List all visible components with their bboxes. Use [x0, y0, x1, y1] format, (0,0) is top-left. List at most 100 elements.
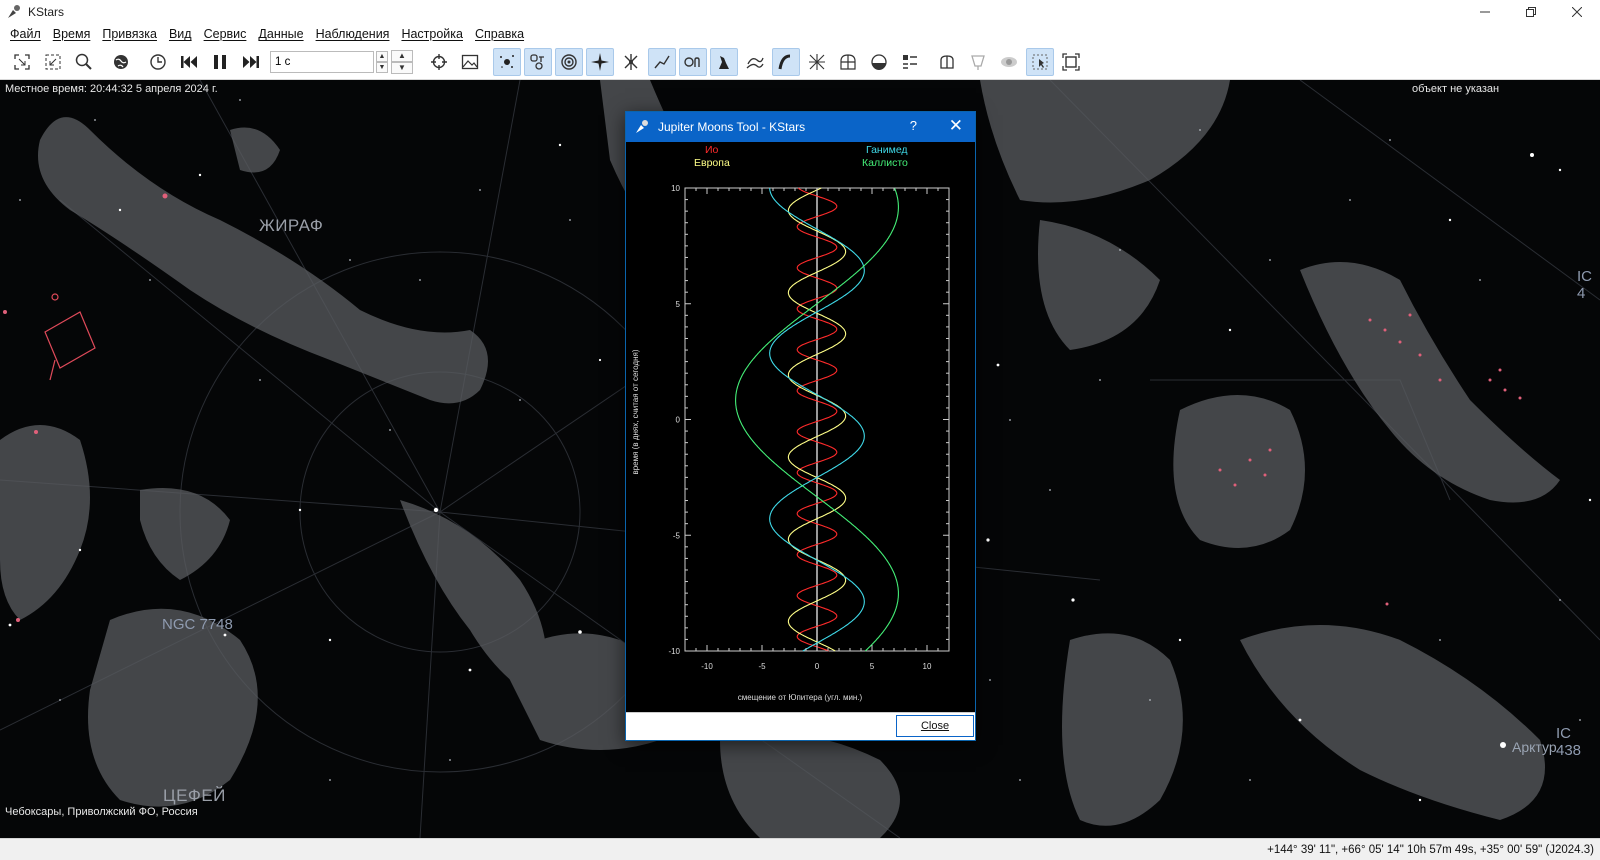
- dialog-help-button[interactable]: ?: [910, 118, 917, 133]
- zoom-in-icon: [13, 53, 30, 70]
- toggle-supernovae-button[interactable]: [617, 48, 645, 76]
- pause-button[interactable]: [206, 48, 234, 76]
- toggle-horizontal-grid-button[interactable]: [803, 48, 831, 76]
- menu-settings[interactable]: Настройка: [395, 27, 469, 41]
- set-time-button[interactable]: [144, 48, 172, 76]
- center-track-button[interactable]: [425, 48, 453, 76]
- dialog-footer: Close: [626, 712, 975, 740]
- time-step-up-small[interactable]: ▲: [376, 50, 388, 62]
- hips-icon: [939, 54, 954, 69]
- main-toolbar: ▲▼ ▲▼: [0, 44, 1600, 80]
- constellation-lines-icon: [653, 55, 670, 68]
- dialog-title: Jupiter Moons Tool - KStars: [658, 120, 806, 134]
- menu-file[interactable]: Файл: [4, 27, 47, 41]
- cursor-coordinates: +144° 39' 11", +66° 05' 14" 10h 57m 49s,…: [1267, 843, 1594, 856]
- time-step-up-large[interactable]: ▲: [391, 49, 413, 62]
- time-step-down-small[interactable]: ▼: [376, 61, 388, 73]
- toggle-sky-culture-button[interactable]: [995, 48, 1023, 76]
- dso-label-ngc7748: NGC 7748: [162, 616, 233, 633]
- restore-icon: [1526, 7, 1536, 17]
- toggle-ground-button[interactable]: [834, 48, 862, 76]
- search-icon: [75, 53, 92, 70]
- toggle-horizon-button[interactable]: [865, 48, 893, 76]
- fullscreen-button[interactable]: [1057, 48, 1085, 76]
- dialog-title-bar: Jupiter Moons Tool - KStars ? ✕: [626, 112, 975, 142]
- x-tick-label: 0: [815, 662, 820, 671]
- local-time-label: Местное время: 20:44:32 5 апреля 2024 г.: [5, 83, 218, 95]
- time-step-input[interactable]: [270, 50, 374, 73]
- close-window-button[interactable]: [1554, 0, 1600, 24]
- toggle-telescope-fov-button[interactable]: [964, 48, 992, 76]
- legend-ganymede: Ганимед: [866, 144, 908, 156]
- toggle-constellation-lines-button[interactable]: [647, 47, 676, 76]
- step-back-button[interactable]: [175, 48, 203, 76]
- menu-data[interactable]: Данные: [252, 27, 309, 41]
- y-tick-label: -10: [668, 647, 680, 656]
- dialog-close-button[interactable]: Close: [896, 715, 974, 737]
- title-bar: KStars: [0, 0, 1600, 24]
- y-tick-label: -5: [673, 531, 681, 540]
- close-icon: [1572, 7, 1582, 17]
- star-label-arcturus: Арктур: [1512, 739, 1557, 755]
- x-axis-label: смещение от Юпитера (угл. мин.): [738, 693, 863, 702]
- toggle-hips-button[interactable]: [933, 48, 961, 76]
- star-sparkle-icon: [590, 52, 609, 71]
- crosshair-icon: [430, 53, 447, 70]
- toggle-track-cursor-button[interactable]: [1025, 47, 1054, 76]
- image-icon: [461, 54, 478, 69]
- restore-button[interactable]: [1508, 0, 1554, 24]
- toggle-deep-sky-button[interactable]: [523, 47, 552, 76]
- minimize-button[interactable]: [1462, 0, 1508, 24]
- kstars-app-icon: [8, 5, 20, 18]
- toggle-stars-button[interactable]: [492, 47, 521, 76]
- dialog-close-icon[interactable]: ✕: [949, 116, 963, 136]
- geo-location-button[interactable]: [107, 48, 135, 76]
- grid-icon: [808, 53, 825, 70]
- stars-icon: [499, 54, 514, 68]
- toggle-constellation-names-button[interactable]: [678, 47, 707, 76]
- toggle-flags-button[interactable]: [896, 48, 924, 76]
- menu-tools[interactable]: Сервис: [198, 27, 253, 41]
- menu-observation[interactable]: Наблюдения: [310, 27, 396, 41]
- zoom-in-button[interactable]: [8, 48, 36, 76]
- find-object-button[interactable]: [70, 48, 98, 76]
- toggle-satellites-button[interactable]: [585, 47, 614, 76]
- horizon-icon: [870, 53, 887, 70]
- fullscreen-icon: [1061, 52, 1080, 71]
- menu-time[interactable]: Время: [47, 27, 97, 41]
- x-tick-label: -10: [701, 662, 713, 671]
- time-step-down-large[interactable]: ▼: [391, 61, 413, 74]
- constellation-names-icon: [683, 56, 700, 67]
- toggle-equatorial-grid-button[interactable]: [771, 47, 800, 76]
- image-viewer-button[interactable]: [456, 48, 484, 76]
- deep-sky-icon: [529, 53, 544, 70]
- skip-back-icon: [180, 55, 197, 68]
- constellation-art-icon: [718, 55, 729, 69]
- skip-forward-icon: [242, 55, 259, 68]
- status-bar: +144° 39' 11", +66° 05' 14" 10h 57m 49s,…: [0, 838, 1600, 860]
- menu-help[interactable]: Справка: [469, 27, 530, 41]
- dome-grid-icon: [839, 53, 856, 70]
- constellation-label-camelopardalis: ЖИРАФ: [259, 216, 324, 235]
- constellation-label-cepheus: ЦЕФЕЙ: [163, 786, 226, 805]
- toggle-constellation-art-button[interactable]: [709, 47, 738, 76]
- y-tick-label: 10: [671, 184, 680, 193]
- toggle-milky-way-button[interactable]: [741, 48, 769, 76]
- telescope-icon: [970, 54, 985, 70]
- globe-icon: [113, 54, 128, 69]
- y-tick-label: 5: [676, 300, 681, 309]
- zoom-out-button[interactable]: [39, 48, 67, 76]
- focus-object-label: объект не указан: [1412, 83, 1500, 95]
- dso-label-ic: IC 4: [1577, 268, 1592, 302]
- menu-bar: Файл Время Привязка Вид Сервис Данные На…: [0, 24, 1600, 44]
- clock-icon: [149, 53, 166, 70]
- x-tick-label: 5: [870, 662, 875, 671]
- toggle-solar-system-button[interactable]: [554, 47, 583, 76]
- step-forward-button[interactable]: [237, 48, 265, 76]
- menu-pointing[interactable]: Привязка: [96, 27, 163, 41]
- curve-icon: [778, 54, 790, 69]
- solar-system-icon: [560, 53, 577, 70]
- menu-view[interactable]: Вид: [163, 27, 198, 41]
- pause-icon: [213, 54, 226, 69]
- window-title: KStars: [28, 5, 65, 19]
